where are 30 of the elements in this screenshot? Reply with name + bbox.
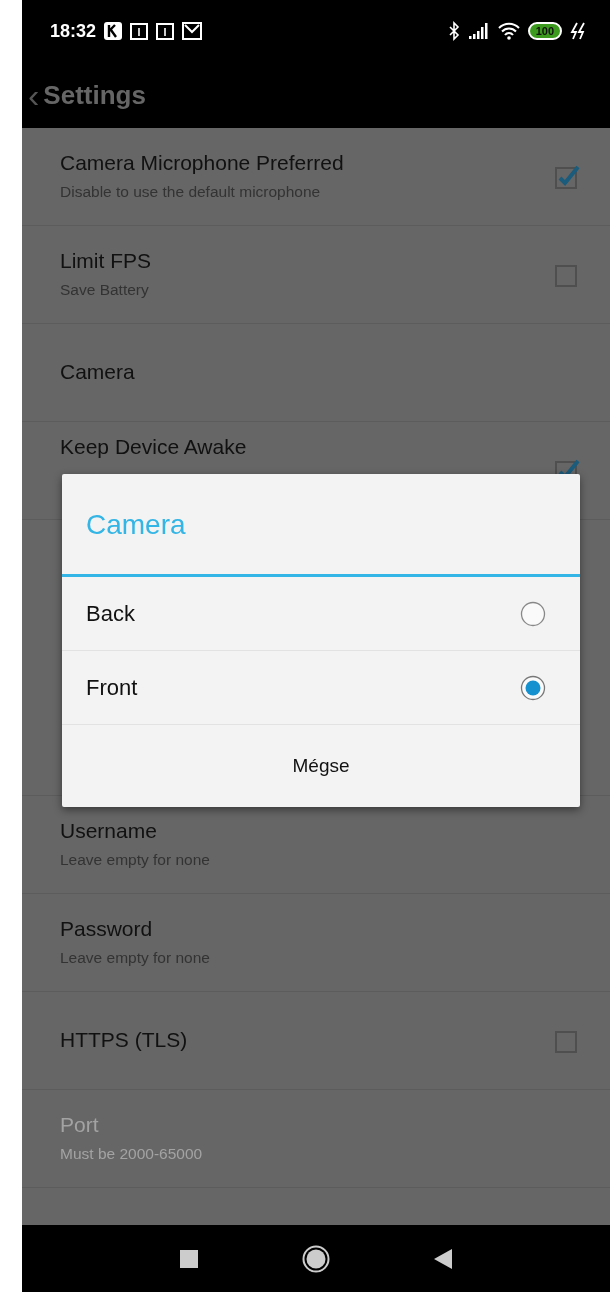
bluetooth-icon [447, 21, 460, 41]
k-letter-icon [104, 22, 123, 40]
signal-icon [467, 22, 490, 40]
setting-summary: Must be 2000-65000 [60, 1143, 204, 1164]
setting-title[interactable]: Camera Microphone Preferred [60, 150, 554, 177]
status-time: 18:32 [50, 19, 97, 43]
radio-option[interactable]: Back [62, 577, 580, 651]
calendar-icon [130, 22, 149, 40]
radio-button[interactable] [520, 600, 546, 627]
app-title: Settings [43, 78, 146, 112]
setting-title[interactable]: Password [60, 916, 580, 943]
home-circle-icon[interactable] [302, 1244, 330, 1273]
back-chevron[interactable]: ‹ [28, 78, 40, 112]
recents-square-icon[interactable] [180, 1249, 198, 1268]
back-triangle-icon[interactable] [434, 1248, 452, 1269]
cancel-button[interactable]: Mégse [62, 725, 580, 807]
setting-title[interactable]: Username [60, 818, 580, 845]
charging-icon [570, 22, 586, 40]
setting-title[interactable]: Limit FPS [60, 248, 554, 275]
setting-title[interactable]: HTTPS (TLS) [60, 1027, 554, 1054]
setting-title[interactable]: Camera [60, 359, 580, 386]
mail-icon [182, 22, 203, 40]
calendar-icon [156, 22, 175, 40]
dialog-title: Camera [62, 474, 580, 577]
radio-button[interactable] [520, 674, 546, 701]
wifi-icon [497, 22, 520, 40]
checkbox[interactable] [554, 163, 580, 190]
radio-option[interactable]: Front [62, 651, 580, 725]
battery-level: 100 [527, 22, 562, 40]
setting-title[interactable]: Keep Device Awake [60, 434, 554, 461]
